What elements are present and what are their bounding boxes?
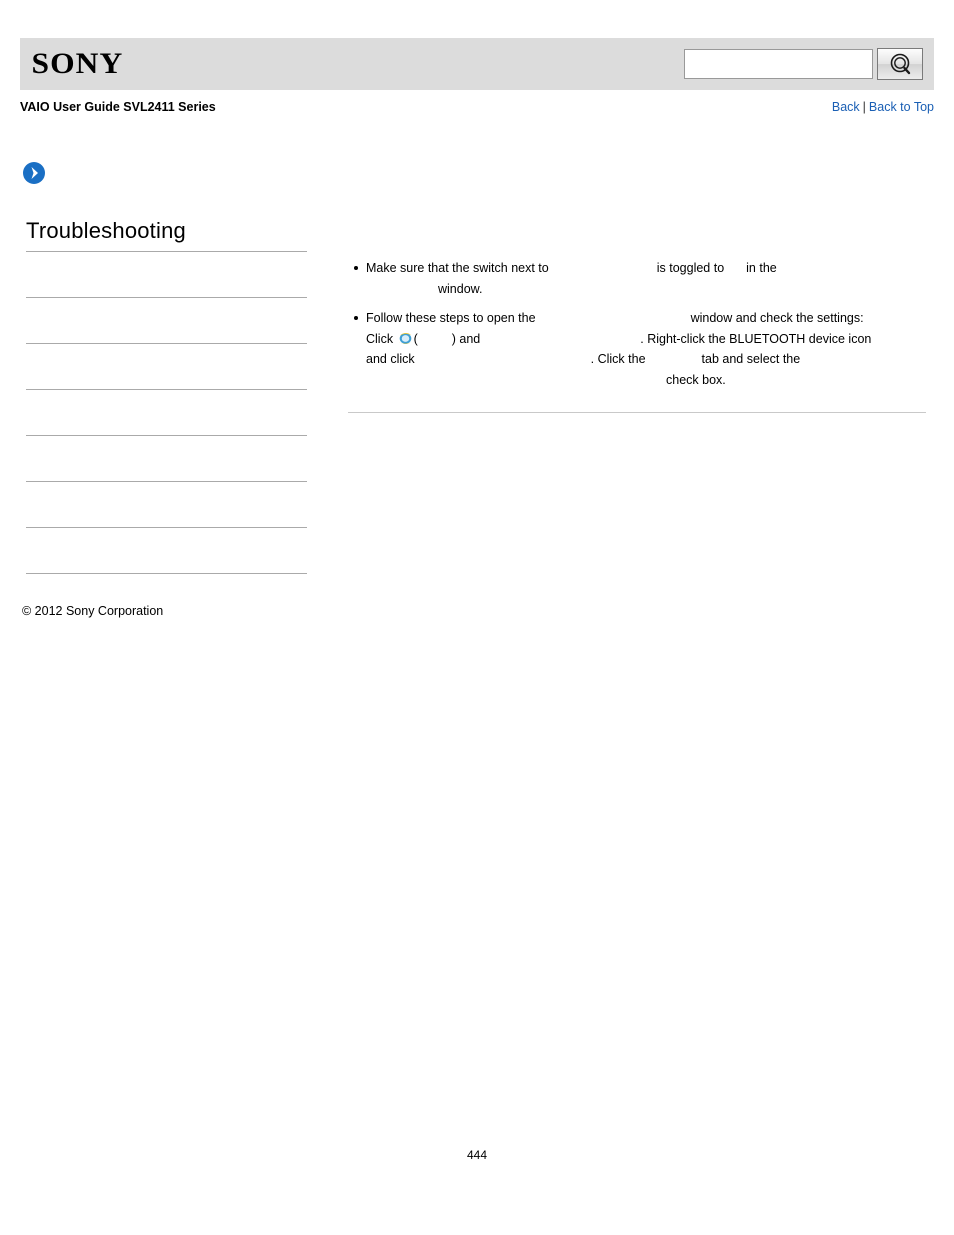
bullet2-line3: and click . Click the tab and select the	[366, 349, 926, 370]
bullet2-line4: check box.	[666, 372, 726, 387]
bullet2-text-clickthe: . Click the	[590, 352, 646, 366]
toc-item[interactable]	[26, 528, 307, 574]
toc-item[interactable]	[26, 390, 307, 436]
internet-explorer-icon	[398, 331, 413, 346]
site-header: SONY	[20, 38, 934, 90]
sony-logo: SONY	[31, 47, 124, 80]
search-area	[684, 48, 934, 80]
toc-item[interactable]	[26, 482, 307, 528]
bullet2-line1: Follow these steps to open the window and…	[366, 308, 926, 329]
bullet1-text-b: is toggled to	[656, 261, 725, 275]
content-divider	[348, 412, 926, 413]
search-input[interactable]	[684, 49, 873, 79]
bullet2-text-tabselect: tab and select the	[701, 352, 801, 366]
bullet2-text-andclick: and click	[366, 352, 415, 366]
troubleshooting-bullet-list: Make sure that the switch next to is togg…	[348, 258, 926, 390]
content-column: Make sure that the switch next to is togg…	[348, 258, 926, 399]
bullet2-text-a: Follow these steps to open the	[366, 311, 536, 325]
bullet2-line2: Click ( ) and . Right-click the BLUETOOTH …	[366, 329, 926, 350]
bullet2-text-and: ) and	[451, 331, 481, 346]
toc-item[interactable]	[26, 436, 307, 482]
bullet2-text-click: Click	[366, 331, 394, 346]
guide-title: VAIO User Guide SVL2411 Series	[20, 100, 216, 114]
chevron-right-icon	[22, 161, 46, 185]
toc-item[interactable]	[26, 344, 307, 390]
bullet2-text-paren-open: (	[413, 331, 418, 346]
bullet1-line1: Make sure that the switch next to is togg…	[366, 258, 926, 279]
toc-item[interactable]	[26, 252, 307, 298]
bullet1-text-a: Make sure that the switch next to	[366, 261, 549, 275]
page-number: 444	[466, 1148, 488, 1162]
copyright-notice: © 2012 Sony Corporation	[22, 604, 164, 618]
list-item: Make sure that the switch next to is togg…	[348, 258, 926, 299]
bullet2-text-rightclick: . Right-click the BLUETOOTH device icon	[640, 331, 872, 346]
back-link[interactable]: Back	[832, 100, 860, 114]
search-button[interactable]	[877, 48, 923, 80]
bullet2-text-b: window and check the settings:	[690, 311, 864, 325]
left-column: Troubleshooting	[26, 218, 307, 574]
nav-links: Back | Back to Top	[832, 100, 934, 114]
bullet1-line2: window.	[438, 281, 483, 296]
page-title: Troubleshooting	[26, 218, 307, 252]
toc-item[interactable]	[26, 298, 307, 344]
nav-separator: |	[862, 100, 866, 114]
subheader: VAIO User Guide SVL2411 Series Back | Back…	[20, 100, 934, 122]
back-to-top-link[interactable]: Back to Top	[869, 100, 934, 114]
list-item: Follow these steps to open the window and…	[348, 308, 926, 390]
search-icon	[887, 52, 913, 76]
bullet1-text-c: in the	[746, 261, 777, 275]
